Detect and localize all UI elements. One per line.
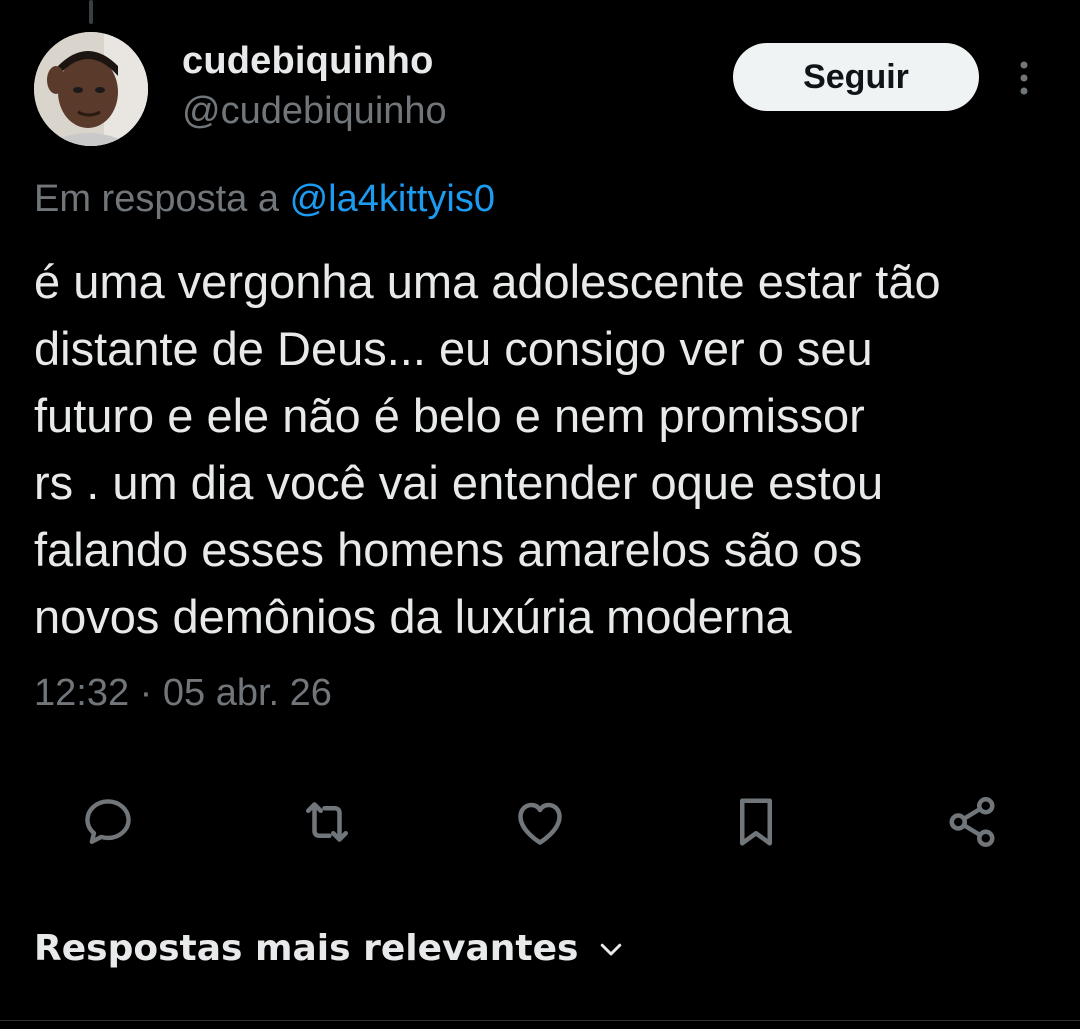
reply-icon	[85, 799, 131, 844]
reply-context-prefix: Em resposta a	[34, 178, 290, 220]
bookmark-icon	[740, 798, 772, 846]
reply-mention-link[interactable]: @la4kittyis0	[290, 178, 495, 220]
chevron-down-icon	[601, 943, 622, 955]
thread-connector-line	[89, 0, 93, 24]
more-options-button[interactable]	[1008, 58, 1040, 98]
reply-button[interactable]	[76, 790, 140, 854]
section-divider	[0, 1020, 1080, 1021]
author-handle[interactable]: @cudebiquinho	[182, 90, 447, 133]
replies-sort-selector[interactable]: Respostas mais relevantes	[34, 928, 626, 969]
retweet-icon	[306, 802, 348, 842]
user-avatar-icon	[34, 32, 148, 146]
share-button[interactable]	[940, 790, 1004, 854]
retweet-button[interactable]	[295, 790, 359, 854]
tweet-text: é uma vergonha uma adolescente estar tão…	[34, 255, 941, 643]
like-button[interactable]	[508, 790, 572, 854]
follow-button[interactable]: Seguir	[733, 43, 979, 111]
share-icon	[949, 797, 995, 847]
reply-context: Em resposta a @la4kittyis0	[34, 178, 495, 221]
heart-icon	[518, 802, 562, 845]
author-display-name[interactable]: cudebiquinho	[182, 40, 433, 83]
avatar[interactable]	[34, 32, 148, 146]
replies-sort-label: Respostas mais relevantes	[34, 928, 579, 969]
bookmark-button[interactable]	[724, 790, 788, 854]
tweet-timestamp[interactable]: 12:32 · 05 abr. 26	[34, 672, 332, 715]
more-vertical-icon	[1020, 61, 1028, 95]
